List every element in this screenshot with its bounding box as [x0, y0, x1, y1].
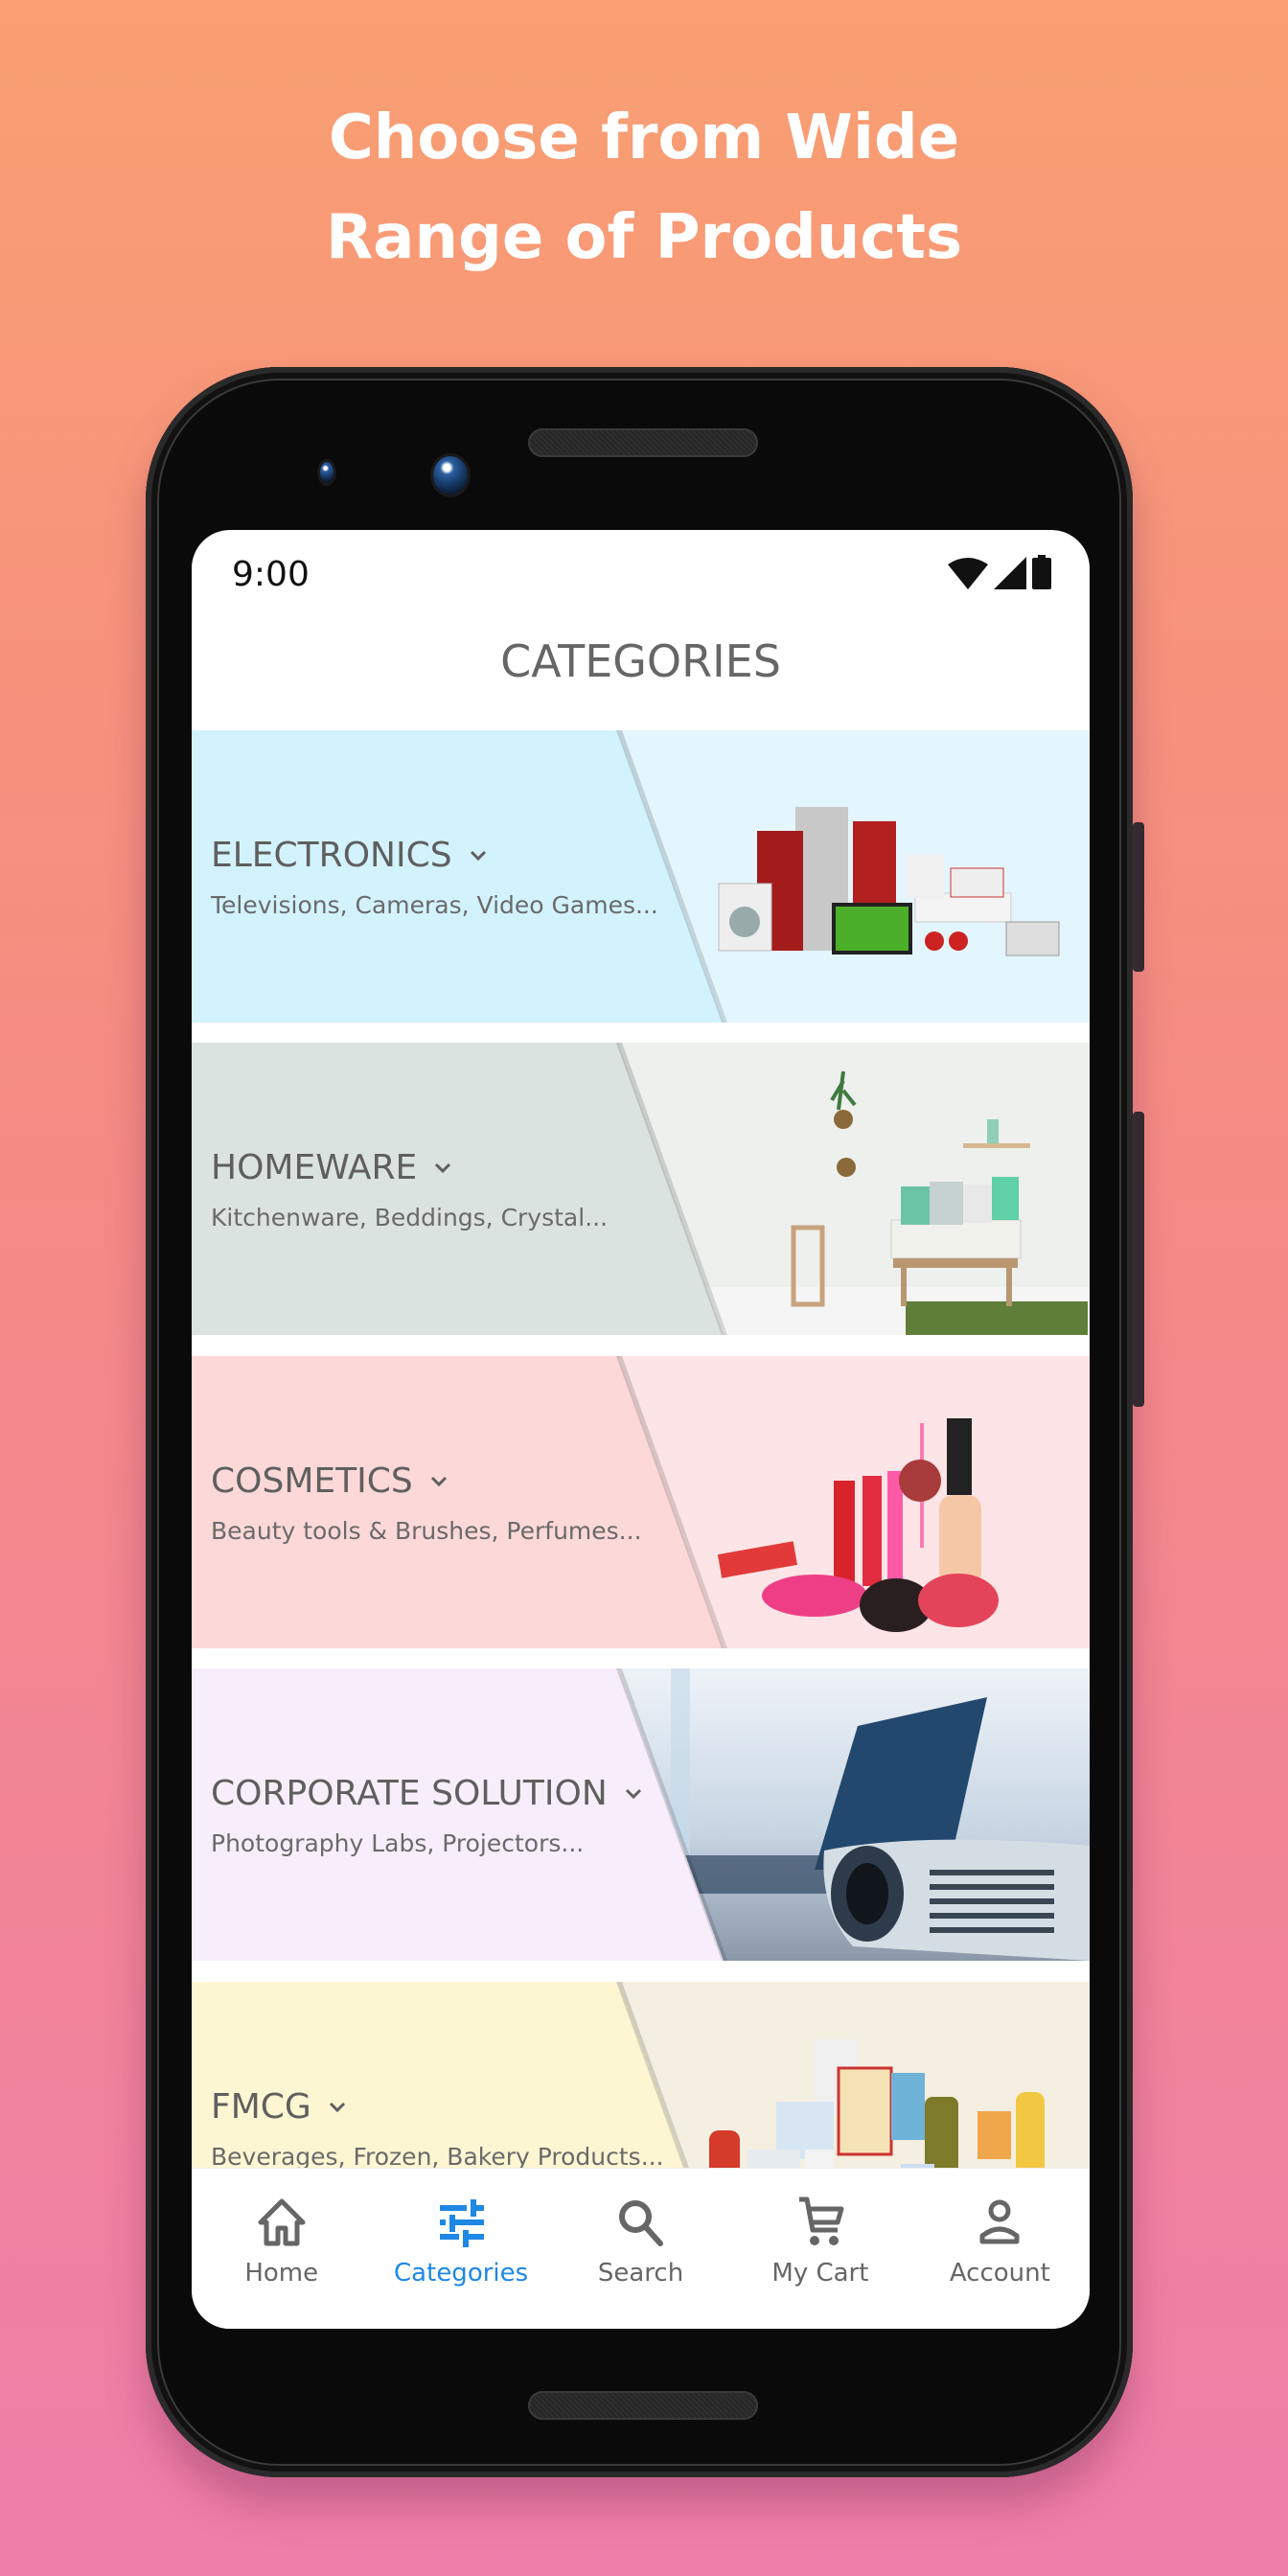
category-card-electronics[interactable]: ELECTRONICS Televisions, Cameras, Video …: [192, 730, 1090, 1023]
status-bar: 9:00: [192, 530, 1090, 616]
nav-label: Categories: [394, 2259, 529, 2288]
front-camera: [433, 456, 468, 494]
category-title: FMCG: [211, 2087, 311, 2127]
power-button: [1133, 822, 1144, 972]
tune-sliders-icon: [440, 2199, 485, 2247]
category-subtitle: Kitchenware, Beddings, Crystal...: [211, 1204, 609, 1231]
category-title: HOMEWARE: [211, 1148, 418, 1187]
nav-label: Account: [949, 2259, 1050, 2288]
cellular-signal-icon: [994, 557, 1026, 589]
category-card-homeware[interactable]: HOMEWARE Kitchenware, Beddings, Crystal.…: [192, 1043, 1090, 1335]
nav-label: Home: [244, 2259, 319, 2288]
chevron-down-icon[interactable]: [468, 845, 489, 866]
nav-item-account[interactable]: Account: [910, 2169, 1090, 2329]
page-title: CATEGORIES: [500, 635, 781, 687]
promo-headline-line-2: Range of Products: [325, 202, 963, 273]
front-sensor: [320, 462, 334, 483]
category-list[interactable]: ELECTRONICS Televisions, Cameras, Video …: [192, 730, 1090, 2168]
chevron-down-icon[interactable]: [327, 2097, 348, 2118]
cart-icon: [798, 2196, 844, 2245]
promo-headline: Choose from Wide Range of Products: [0, 88, 1288, 288]
earpiece-speaker: [528, 428, 758, 457]
account-icon: [979, 2199, 1020, 2244]
chevron-down-icon[interactable]: [623, 1783, 644, 1805]
nav-label: Search: [597, 2259, 684, 2288]
battery-icon: [1032, 555, 1051, 589]
category-title: COSMETICS: [211, 1461, 413, 1501]
category-card-corporate-solution[interactable]: CORPORATE SOLUTION Photography Labs, Pro…: [192, 1668, 1090, 1961]
volume-button: [1133, 1112, 1144, 1407]
nav-item-categories[interactable]: Categories: [371, 2169, 550, 2329]
nav-item-my-cart[interactable]: My Cart: [730, 2169, 909, 2329]
chevron-down-icon[interactable]: [432, 1158, 453, 1179]
category-subtitle: Beauty tools & Brushes, Perfumes...: [211, 1517, 642, 1545]
category-subtitle: Televisions, Cameras, Video Games...: [211, 891, 658, 919]
status-time: 9:00: [232, 555, 310, 594]
promo-headline-line-1: Choose from Wide: [328, 103, 960, 173]
category-subtitle: Photography Labs, Projectors...: [211, 1829, 585, 1857]
app-screen: 9:00 CATEGORIES ELECTRONICS Televisions,…: [192, 530, 1090, 2329]
category-title: CORPORATE SOLUTION: [211, 1774, 608, 1813]
bottom-navigation: Home Categories Search My Cart Account: [192, 2168, 1090, 2329]
wifi-icon: [948, 558, 988, 589]
nav-label: My Cart: [771, 2259, 869, 2288]
category-subtitle: Beverages, Frozen, Bakery Products...: [211, 2143, 664, 2168]
bottom-speaker: [528, 2391, 758, 2420]
home-icon: [258, 2198, 306, 2246]
category-title: ELECTRONICS: [211, 836, 452, 875]
nav-item-home[interactable]: Home: [192, 2169, 371, 2329]
category-card-fmcg[interactable]: FMCG Beverages, Frozen, Bakery Products.…: [192, 1982, 1090, 2168]
search-icon: [618, 2200, 663, 2246]
chevron-down-icon[interactable]: [428, 1471, 449, 1492]
category-card-cosmetics[interactable]: COSMETICS Beauty tools & Brushes, Perfum…: [192, 1356, 1090, 1648]
nav-item-search[interactable]: Search: [551, 2169, 730, 2329]
